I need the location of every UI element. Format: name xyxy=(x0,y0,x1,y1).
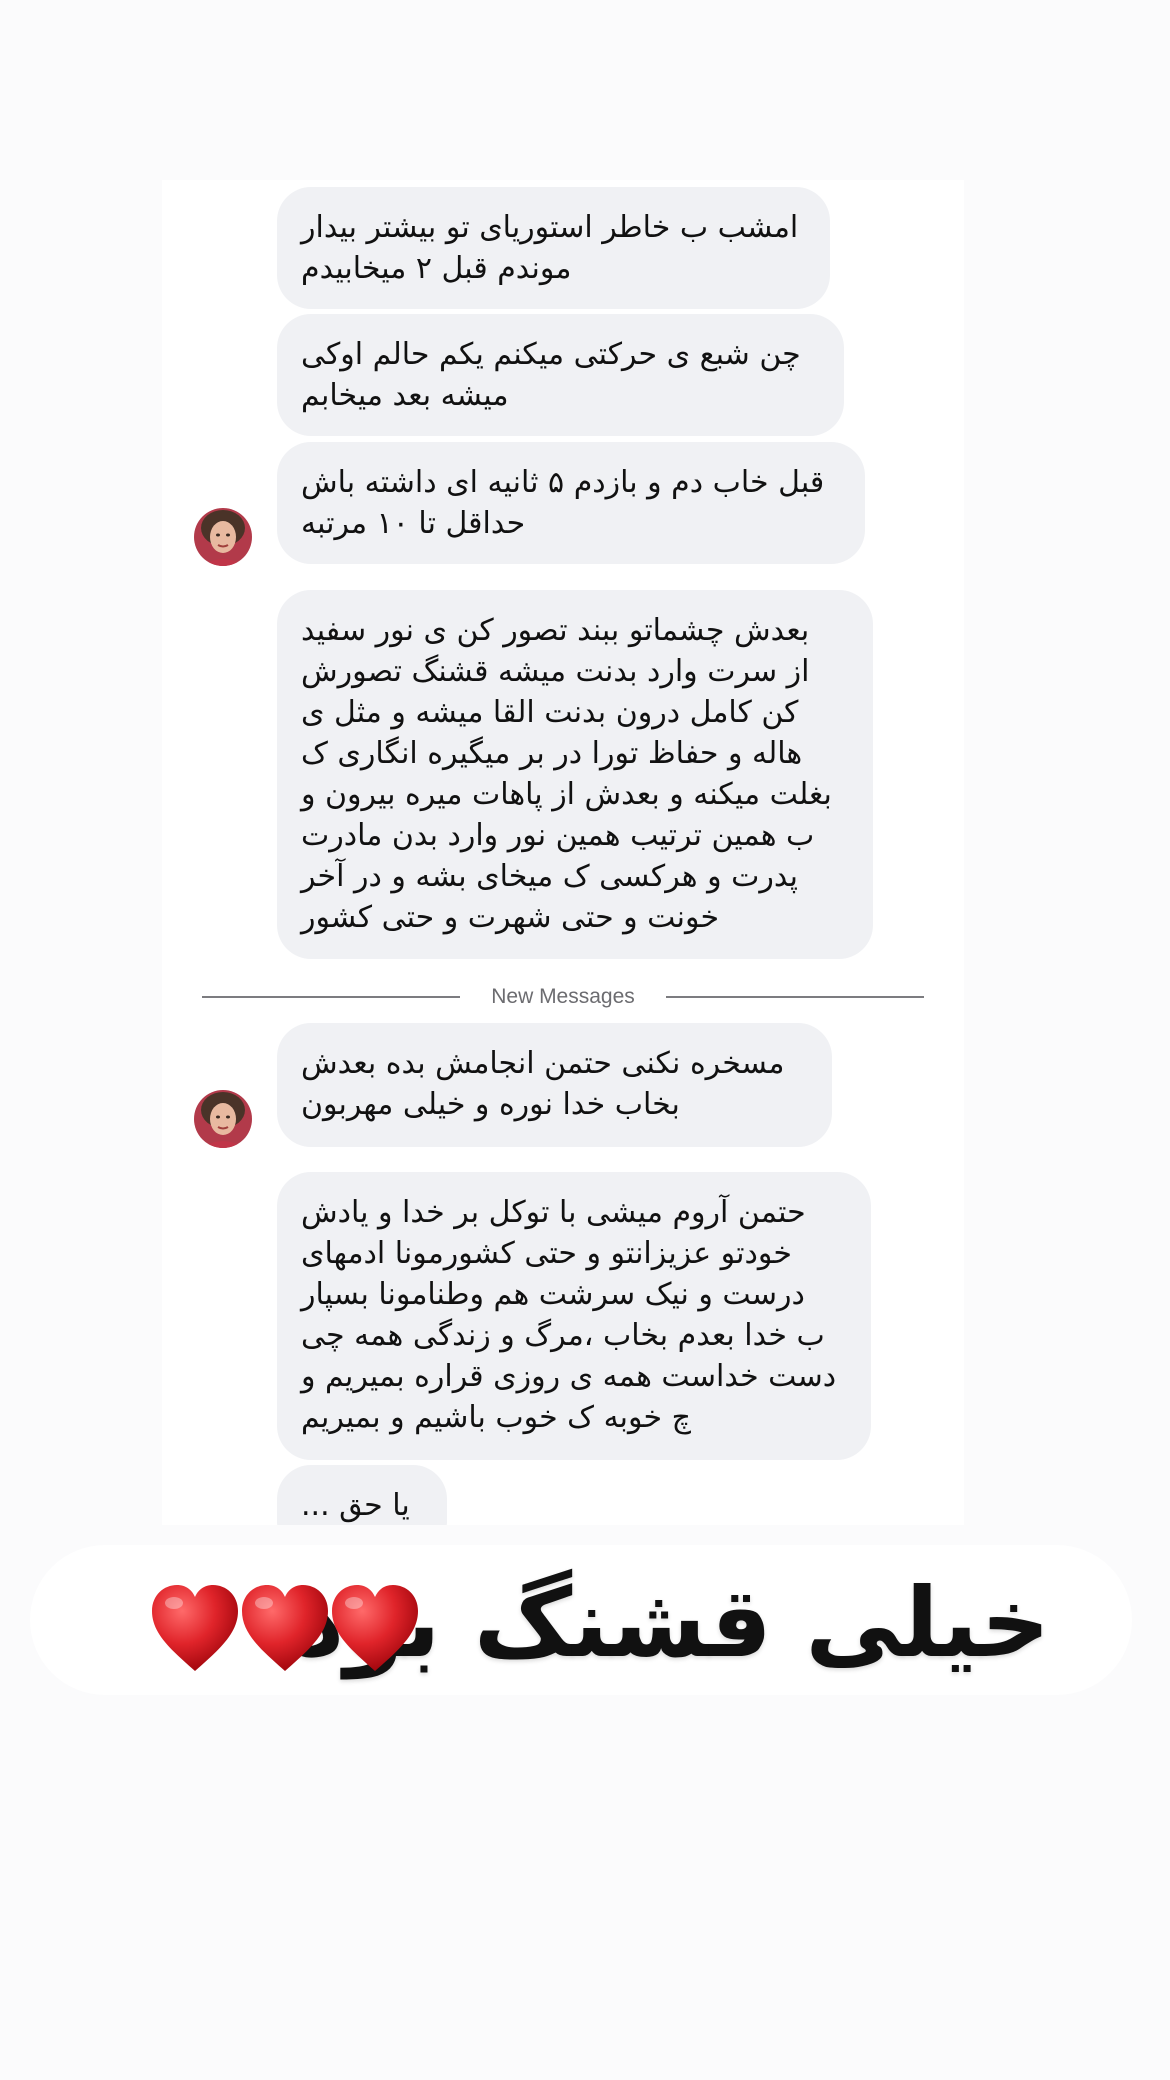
heart-icon xyxy=(332,1585,418,1671)
story-caption: خیلی قشنگ بود xyxy=(30,1545,1132,1695)
heart-icon xyxy=(152,1585,238,1671)
message-line: خونت و حتی شهرت و حتی کشور xyxy=(301,900,720,935)
message-bubble: مسخره نکنی حتمن انجامش بده بعدش بخاب خدا… xyxy=(277,1023,832,1147)
chat-screenshot: امشب ب خاطر استوریای تو بیشتر بیدار موند… xyxy=(162,180,964,1525)
message-line: از سرت وارد بدنت میشه قشنگ تصورش xyxy=(301,654,810,689)
message-bubble: امشب ب خاطر استوریای تو بیشتر بیدار موند… xyxy=(277,187,830,309)
message-line: امشب ب خاطر استوریای تو بیشتر بیدار xyxy=(301,210,799,245)
message-line: بخاب خدا نوره و خیلی مهربون xyxy=(301,1087,680,1122)
heart-icon xyxy=(242,1585,328,1671)
message-line: هاله و حفاظ تورا در بر میگیره انگاری ک xyxy=(301,736,803,771)
message-bubble: یا حق ... xyxy=(277,1465,447,1525)
story-screen: امشب ب خاطر استوریای تو بیشتر بیدار موند… xyxy=(0,0,1170,2080)
message-line: چن شبع ی حرکتی میکنم یکم حالم اوکی xyxy=(301,337,801,372)
new-messages-label: New Messages xyxy=(491,985,635,1008)
message-line: حداقل تا ۱۰ مرتبه xyxy=(301,506,526,541)
message-line: درست و نیک سرشت هم وطنامونا بسپار xyxy=(301,1277,805,1312)
message-line: خودتو عزیزانتو و حتی کشورمونا ادمهای xyxy=(301,1236,792,1271)
new-messages-divider: New Messages xyxy=(202,982,924,1012)
message-line: کن کامل درون بدنت القا میشه و مثل ی xyxy=(301,695,799,730)
message-line: موندم قبل ۲ میخابیدم xyxy=(301,251,572,286)
contact-avatar[interactable] xyxy=(194,1090,252,1148)
message-line: بعدش چشماتو ببند تصور کن ی نور سفید xyxy=(301,613,810,648)
message-line: میشه بعد میخابم xyxy=(301,378,509,413)
message-bubble: حتمن آروم میشی با توکل بر خدا و یادش خود… xyxy=(277,1172,871,1460)
avatar-photo xyxy=(194,508,252,566)
avatar-photo xyxy=(194,1090,252,1148)
message-line: بغلت میکنه و بعدش از پاهات میره بیرون و xyxy=(301,777,832,812)
message-bubble: بعدش چشماتو ببند تصور کن ی نور سفید از س… xyxy=(277,590,873,959)
heart-icons xyxy=(152,1585,418,1671)
message-line: چ خوبه ک خوب باشیم و بمیریم xyxy=(301,1400,691,1435)
message-line: پدرت و هرکسی ک میخای بشه و در آخر xyxy=(301,859,798,894)
message-line: مسخره نکنی حتمن انجامش بده بعدش xyxy=(301,1046,785,1081)
message-line: حتمن آروم میشی با توکل بر خدا و یادش xyxy=(301,1195,806,1230)
caption-text: خیلی قشنگ بود xyxy=(294,1567,1050,1679)
message-bubble: قبل خاب دم و بازدم ۵ ثانیه ای داشته باش … xyxy=(277,442,865,564)
message-line: قبل خاب دم و بازدم ۵ ثانیه ای داشته باش xyxy=(301,465,825,500)
message-line: دست خداست همه ی روزی قراره بمیریم و xyxy=(301,1359,837,1394)
message-bubble: چن شبع ی حرکتی میکنم یکم حالم اوکی میشه … xyxy=(277,314,844,436)
message-line: ب خدا بعدم بخاب ،مرگ و زندگی همه چی xyxy=(301,1318,825,1353)
contact-avatar[interactable] xyxy=(194,508,252,566)
message-line: ب همین ترتیب همین نور وارد بدن مادرت xyxy=(301,818,815,853)
message-line: یا حق ... xyxy=(301,1488,410,1523)
